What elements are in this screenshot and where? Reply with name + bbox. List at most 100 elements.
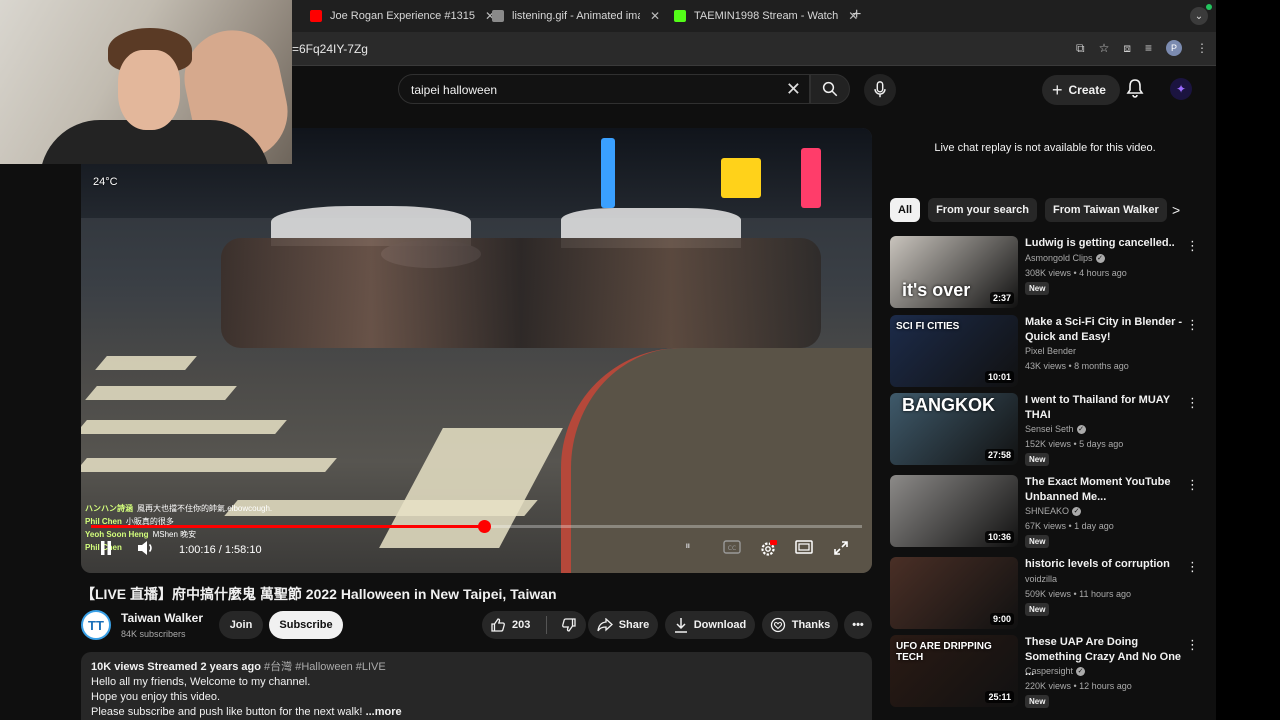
video-title[interactable]: Make a Sci-Fi City in Blender - Quick an… xyxy=(1025,315,1185,345)
video-duration: 9:00 xyxy=(989,613,1014,625)
verified-check-icon: ✓ xyxy=(1076,425,1086,435)
recommended-video[interactable]: UFO ARE DRIPPING TECH 25:11 These UAP Are … xyxy=(890,635,1210,711)
browser-tab-1[interactable]: Joe Rogan Experience #1315 ✕ xyxy=(310,6,495,26)
join-button[interactable]: Join xyxy=(219,611,263,639)
more-vertical-icon[interactable]: ⋮ xyxy=(1186,238,1199,254)
more-vertical-icon[interactable]: ⋮ xyxy=(1186,317,1199,333)
view-and-date: 10K views Streamed 2 years ago xyxy=(91,661,261,673)
download-button[interactable]: Download xyxy=(665,611,755,639)
channel-name[interactable]: Taiwan Walker xyxy=(121,611,203,625)
more-vertical-icon[interactable]: ⋮ xyxy=(1186,637,1199,653)
new-badge: New xyxy=(1025,535,1050,548)
account-avatar[interactable]: ✦ xyxy=(1170,78,1192,100)
progress-played xyxy=(91,525,485,528)
autoplay-toggle[interactable]: ⏸ xyxy=(685,540,691,553)
video-thumbnail[interactable]: BANGKOK 27:58 xyxy=(890,393,1018,465)
video-player[interactable]: 24°C ハンハン詩涵 風再大也擋不住你的帥氣.elbowcough. Phil … xyxy=(81,128,872,573)
search-input[interactable]: taipei halloween xyxy=(411,83,497,97)
video-title[interactable]: Ludwig is getting cancelled.. xyxy=(1025,236,1185,251)
tab-title: TAEMIN1998 Stream - Watch xyxy=(694,10,839,22)
captions-button[interactable]: CC xyxy=(723,540,741,554)
more-actions-button[interactable]: ••• xyxy=(844,611,872,639)
recommended-video[interactable]: 10:36 The Exact Moment YouTube Unbanned M… xyxy=(890,475,1210,551)
tab-search-icon[interactable]: ⌄ xyxy=(1190,7,1208,25)
gear-icon xyxy=(761,540,777,556)
bookmark-star-icon[interactable]: ☆ xyxy=(1099,41,1110,55)
thumbnail-text: BANGKOK xyxy=(902,395,995,415)
video-thumbnail[interactable]: SCI FI CITIES 10:01 xyxy=(890,315,1018,387)
create-label: Create xyxy=(1068,83,1106,97)
thanks-button[interactable]: Thanks xyxy=(762,611,838,639)
new-tab-icon[interactable]: + xyxy=(852,6,861,24)
fullscreen-icon xyxy=(834,541,848,555)
autoplay-icon: ⏸ xyxy=(685,540,691,552)
video-title[interactable]: historic levels of corruption xyxy=(1025,557,1185,572)
video-meta: 43K views • 8 months ago xyxy=(1025,361,1129,371)
chip-from-your-search[interactable]: From your search xyxy=(928,198,1037,222)
notifications-button[interactable] xyxy=(1126,78,1144,103)
gif-favicon-icon xyxy=(492,10,504,22)
description-line: Hope you enjoy this video. xyxy=(91,691,221,703)
settings-button[interactable] xyxy=(759,540,777,558)
share-icon xyxy=(597,618,613,632)
tab-title: Joe Rogan Experience #1315 xyxy=(330,10,475,22)
channel-name[interactable]: SHNEAKO ✓ xyxy=(1025,506,1082,517)
url-text[interactable]: =6Fq24IY-7Zg xyxy=(292,42,368,56)
recommended-video[interactable]: it's over 2:37 Ludwig is getting cancelled… xyxy=(890,236,1210,312)
video-title[interactable]: I went to Thailand for MUAY THAI xyxy=(1025,393,1185,423)
fullscreen-button[interactable] xyxy=(833,540,849,556)
more-vertical-icon[interactable]: ⋮ xyxy=(1186,395,1199,411)
video-thumbnail[interactable]: it's over 2:37 xyxy=(890,236,1018,308)
miniplayer-button[interactable] xyxy=(795,540,813,554)
subscribe-button[interactable]: Subscribe xyxy=(269,611,343,639)
video-duration: 25:11 xyxy=(985,691,1014,703)
new-badge: New xyxy=(1025,603,1050,616)
thumbnail-text: SCI FI CITIES xyxy=(896,321,960,332)
mute-button[interactable] xyxy=(137,540,155,556)
show-more-link[interactable]: ...more xyxy=(366,706,402,718)
channel-name[interactable]: Caspersight ✓ xyxy=(1025,666,1086,677)
extensions-icon[interactable]: ⧈ xyxy=(1123,41,1131,56)
media-controls-icon[interactable]: ≡ xyxy=(1145,41,1152,55)
create-button[interactable]: + Create xyxy=(1042,75,1120,105)
plus-icon: + xyxy=(1052,79,1063,100)
more-vertical-icon[interactable]: ⋮ xyxy=(1186,559,1199,575)
recommended-video[interactable]: SCI FI CITIES 10:01 Make a Sci-Fi City in … xyxy=(890,315,1210,391)
hashtags[interactable]: #台灣 #Halloween #LIVE xyxy=(264,661,386,673)
voice-search-button[interactable] xyxy=(864,74,896,106)
video-meta: 152K views • 5 days ago xyxy=(1025,439,1124,449)
chip-all[interactable]: All xyxy=(890,198,921,222)
close-tab-icon[interactable]: ✕ xyxy=(650,9,660,23)
browser-tab-2[interactable]: listening.gif - Animated image ✕ xyxy=(492,6,660,26)
channel-name[interactable]: Pixel Bender xyxy=(1025,346,1076,356)
video-thumbnail[interactable]: UFO ARE DRIPPING TECH 25:11 xyxy=(890,635,1018,707)
channel-name[interactable]: Sensei Seth ✓ xyxy=(1025,424,1086,435)
progress-bar[interactable] xyxy=(91,520,862,533)
chevron-right-icon[interactable]: > xyxy=(1172,202,1180,218)
video-thumbnail[interactable]: 10:36 xyxy=(890,475,1018,547)
channel-name[interactable]: Asmongold Clips ✓ xyxy=(1025,253,1105,264)
pause-button[interactable] xyxy=(99,540,113,556)
recommended-video[interactable]: BANGKOK 27:58 I went to Thailand for MUAY … xyxy=(890,393,1210,469)
install-app-icon[interactable]: ⧉ xyxy=(1076,41,1085,56)
like-button[interactable]: 203 xyxy=(490,617,530,633)
video-title[interactable]: The Exact Moment YouTube Unbanned Me... xyxy=(1025,475,1185,505)
browser-tab-3[interactable]: TAEMIN1998 Stream - Watch ✕ xyxy=(674,6,858,26)
video-thumbnail[interactable]: 9:00 xyxy=(890,557,1018,629)
channel-name[interactable]: voidzilla xyxy=(1025,574,1057,584)
profile-avatar[interactable]: P xyxy=(1166,40,1182,56)
search-box[interactable]: taipei halloween ✕ xyxy=(398,74,810,104)
more-vertical-icon[interactable]: ⋮ xyxy=(1186,477,1199,493)
channel-avatar[interactable]: TT xyxy=(81,610,111,640)
browser-menu-icon[interactable]: ⋮ xyxy=(1196,41,1208,55)
description-box[interactable]: 10K views Streamed 2 years ago #台灣 #Hall… xyxy=(81,652,872,720)
volume-icon xyxy=(138,541,152,555)
dislike-button[interactable] xyxy=(561,617,577,633)
thumbs-down-icon xyxy=(562,618,577,632)
search-button[interactable] xyxy=(810,74,850,104)
clear-search-icon[interactable]: ✕ xyxy=(786,79,801,100)
chip-from-channel[interactable]: From Taiwan Walker xyxy=(1044,198,1167,222)
share-button[interactable]: Share xyxy=(588,611,658,639)
recommended-video[interactable]: 9:00 historic levels of corruption voidzil… xyxy=(890,557,1210,633)
video-title: 【LIVE 直播】府中搞什麼鬼 萬聖節 2022 Halloween in Ne… xyxy=(81,586,557,602)
